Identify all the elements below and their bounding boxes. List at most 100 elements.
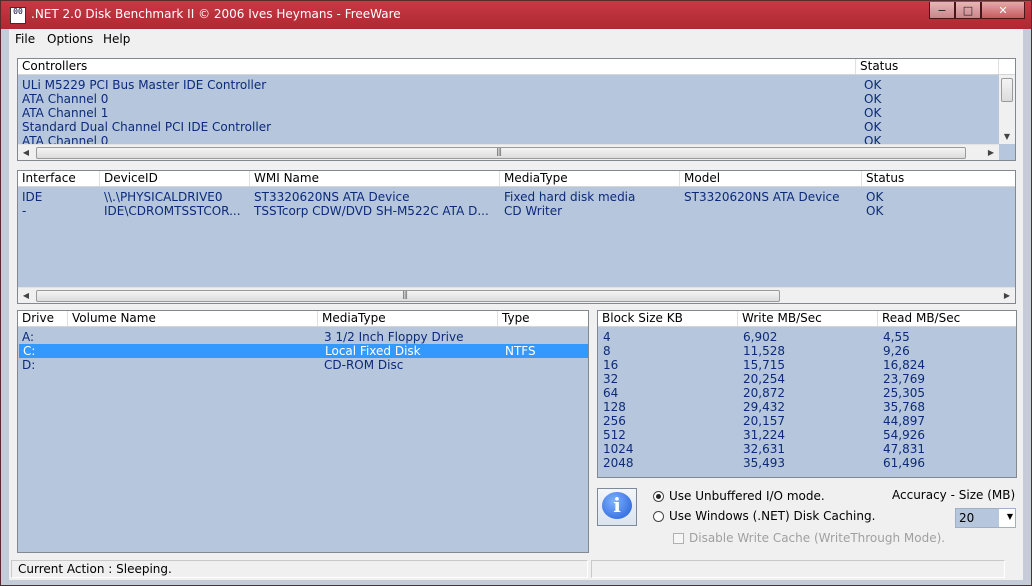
caching-radio[interactable] <box>653 511 664 522</box>
col-block-size[interactable]: Block Size KB <box>598 311 738 326</box>
col-mediatype[interactable]: MediaType <box>318 311 498 326</box>
controllers-hscroll[interactable]: ◀ ||| ▶ <box>18 144 999 160</box>
unbuffered-label[interactable]: Use Unbuffered I/O mode. <box>669 489 825 503</box>
scroll-left-icon[interactable]: ◀ <box>19 289 33 303</box>
menu-options[interactable]: Options <box>47 32 93 46</box>
controllers-row[interactable]: ATA Channel 0 OK <box>18 92 999 106</box>
chevron-down-icon[interactable]: ▼ <box>1007 512 1013 521</box>
controllers-cell: Standard Dual Channel PCI IDE Controller <box>22 120 272 134</box>
results-row[interactable]: 2048 35,493 61,496 <box>598 456 1016 470</box>
results-cell: 23,769 <box>883 372 925 386</box>
controllers-vscroll[interactable]: ▲ ▼ <box>999 75 1015 144</box>
disks-cell: - <box>22 204 27 218</box>
disks-list[interactable]: Interface DeviceID WMI Name MediaType Mo… <box>17 170 1016 304</box>
drives-cell: 3 1/2 Inch Floppy Drive <box>324 330 464 344</box>
results-cell: 16,824 <box>883 358 925 372</box>
results-row[interactable]: 512 31,224 54,926 <box>598 428 1016 442</box>
col-drive[interactable]: Drive <box>18 311 68 326</box>
disks-cell: Fixed hard disk media <box>504 190 636 204</box>
scroll-thumb[interactable] <box>36 290 780 302</box>
disks-cell: ST3320620NS ATA Device <box>684 190 840 204</box>
drives-row[interactable]: A: 3 1/2 Inch Floppy Drive <box>18 330 588 344</box>
accuracy-select[interactable]: 20 ▼ <box>955 508 1016 528</box>
controllers-row[interactable]: ULi M5229 PCI Bus Master IDE Controller O… <box>18 78 999 92</box>
results-row[interactable]: 32 20,254 23,769 <box>598 372 1016 386</box>
results-row[interactable]: 128 29,432 35,768 <box>598 400 1016 414</box>
grip-icon: ||| <box>496 147 502 156</box>
results-cell: 31,224 <box>743 428 785 442</box>
col-volume-name[interactable]: Volume Name <box>68 311 318 326</box>
disks-row[interactable]: - IDE\CDROMTSSTCOR... TSSTcorp CDW/DVD SH-… <box>18 204 1015 218</box>
scroll-thumb[interactable] <box>1001 78 1013 102</box>
drives-cell: D: <box>22 358 36 372</box>
results-cell: 20,872 <box>743 386 785 400</box>
col-type[interactable]: Type <box>498 311 588 326</box>
minimize-button[interactable]: − <box>929 2 955 19</box>
info-icon: i <box>602 492 632 519</box>
col-mediatype[interactable]: MediaType <box>500 171 680 186</box>
col-deviceid[interactable]: DeviceID <box>100 171 250 186</box>
drives-list[interactable]: Drive Volume Name MediaType Type A: 3 1/2… <box>17 310 589 553</box>
window-title: .NET 2.0 Disk Benchmark II © 2006 Ives H… <box>31 7 401 21</box>
col-controllers[interactable]: Controllers <box>18 59 856 74</box>
results-cell: 4,55 <box>883 330 910 344</box>
disks-cell: IDE\CDROMTSSTCOR... <box>104 204 241 218</box>
results-cell: 35,493 <box>743 456 785 470</box>
drives-cell <box>504 358 588 372</box>
controllers-header: Controllers Status <box>18 59 1015 75</box>
controllers-row[interactable]: Standard Dual Channel PCI IDE Controller… <box>18 120 999 134</box>
results-cell: 9,26 <box>883 344 910 358</box>
drives-header: Drive Volume Name MediaType Type <box>18 311 588 327</box>
results-row[interactable]: 4 6,902 4,55 <box>598 330 1016 344</box>
col-model[interactable]: Model <box>680 171 862 186</box>
info-button[interactable]: i <box>597 488 637 526</box>
controllers-list[interactable]: Controllers Status ULi M5229 PCI Bus Mas… <box>17 58 1016 161</box>
maximize-button[interactable]: □ <box>955 2 981 19</box>
controllers-row[interactable]: ATA Channel 1 OK <box>18 106 999 120</box>
results-cell: 6,902 <box>743 330 778 344</box>
scroll-left-icon[interactable]: ◀ <box>19 146 33 160</box>
unbuffered-radio[interactable] <box>653 491 664 502</box>
disks-row[interactable]: IDE \\.\PHYSICALDRIVE0 ST3320620NS ATA Dev… <box>18 190 1015 204</box>
col-status[interactable]: Status <box>862 171 1015 186</box>
results-row[interactable]: 8 11,528 9,26 <box>598 344 1016 358</box>
caption-buttons: − □ ✕ <box>929 2 1025 20</box>
close-button[interactable]: ✕ <box>981 2 1025 19</box>
col-write[interactable]: Write MB/Sec <box>738 311 878 326</box>
results-cell: 61,496 <box>883 456 925 470</box>
results-row[interactable]: 16 15,715 16,824 <box>598 358 1016 372</box>
col-interface[interactable]: Interface <box>18 171 100 186</box>
accuracy-value: 20 <box>956 509 999 527</box>
controllers-cell: OK <box>864 120 882 134</box>
results-row[interactable]: 256 20,157 44,897 <box>598 414 1016 428</box>
scroll-down-icon[interactable]: ▼ <box>1000 130 1014 144</box>
drives-cell: A: <box>22 330 35 344</box>
results-row[interactable]: 1024 32,631 47,831 <box>598 442 1016 456</box>
col-read[interactable]: Read MB/Sec <box>878 311 1016 326</box>
caching-label[interactable]: Use Windows (.NET) Disk Caching. <box>669 509 875 523</box>
scroll-right-icon[interactable]: ▶ <box>1000 289 1014 303</box>
results-cell: 256 <box>603 414 626 428</box>
accuracy-label: Accuracy - Size (MB) <box>892 488 1016 502</box>
col-status[interactable]: Status <box>856 59 999 74</box>
results-cell: 64 <box>603 386 619 400</box>
title-bar[interactable]: 00 .NET 2.0 Disk Benchmark II © 2006 Ive… <box>1 1 1031 29</box>
drives-row[interactable]: D: CD-ROM Disc <box>18 358 588 372</box>
menu-file[interactable]: File <box>15 32 35 46</box>
col-wmi-name[interactable]: WMI Name <box>250 171 500 186</box>
results-header: Block Size KB Write MB/Sec Read MB/Sec <box>598 311 1016 327</box>
scroll-right-icon[interactable]: ▶ <box>984 146 998 160</box>
disks-cell: IDE <box>22 190 43 204</box>
write-cache-checkbox[interactable] <box>673 533 684 544</box>
disks-hscroll[interactable]: ◀ ||| ▶ <box>18 287 1015 303</box>
drives-cell <box>72 358 316 372</box>
results-list[interactable]: Block Size KB Write MB/Sec Read MB/Sec 4… <box>597 310 1017 478</box>
controllers-cell: OK <box>864 92 882 106</box>
drives-row[interactable]: C: Local Fixed Disk NTFS <box>19 344 588 358</box>
results-cell: 44,897 <box>883 414 925 428</box>
results-cell: 32,631 <box>743 442 785 456</box>
results-row[interactable]: 64 20,872 25,305 <box>598 386 1016 400</box>
disks-cell <box>684 204 860 218</box>
menu-help[interactable]: Help <box>103 32 130 46</box>
grip-icon: ||| <box>402 290 408 299</box>
